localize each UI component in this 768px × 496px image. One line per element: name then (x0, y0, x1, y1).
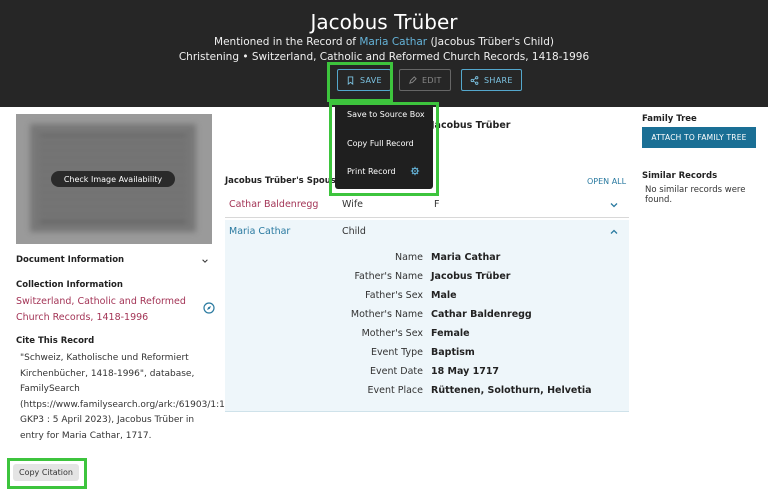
spouses-heading: Jacobus Trüber's Spouses (225, 176, 347, 186)
save-to-source-box-item[interactable]: Save to Source Box (347, 110, 425, 119)
collection-line: Christening • Switzerland, Catholic and … (178, 51, 590, 63)
chevron-up-icon[interactable] (609, 227, 619, 237)
detail-label: Event Type (370, 347, 423, 358)
detail-value: Rüttenen, Solothurn, Helvetia (431, 385, 592, 396)
mention-line: Mentioned in the Record of Maria Cathar … (0, 36, 768, 48)
check-image-availability-button[interactable]: Check Image Availability (51, 171, 175, 187)
expanded-record-panel: Maria Cathar Child Name Maria Cathar Fat… (225, 220, 629, 412)
detail-label: Mother's Sex (361, 328, 423, 339)
share-label: SHARE (484, 75, 513, 85)
relationship-row[interactable]: Cathar Baldenregg Wife F (225, 194, 629, 218)
relative-name[interactable]: Maria Cathar (229, 226, 290, 237)
family-tree-heading: Family Tree (642, 114, 697, 124)
detail-label: Event Place (367, 385, 424, 396)
relative-sex: F (434, 199, 440, 210)
detail-value[interactable]: Maria Cathar (431, 252, 500, 263)
action-bar: SAVE EDIT SHARE (0, 69, 768, 93)
gear-icon[interactable] (410, 166, 420, 176)
chevron-down-icon[interactable] (201, 257, 209, 265)
detail-value[interactable]: Cathar Baldenregg (431, 309, 532, 320)
detail-value: Baptism (431, 347, 475, 358)
cite-this-record-heading: Cite This Record (16, 336, 95, 346)
no-similar-records-text: No similar records were found. (645, 185, 746, 205)
collection-link[interactable]: Switzerland, Catholic and Reformed Churc… (16, 294, 196, 325)
print-record-item[interactable]: Print Record (347, 167, 396, 176)
record-header: Jacobus Trüber Mentioned in the Record o… (0, 0, 768, 107)
save-label: SAVE (360, 75, 382, 85)
open-all-link[interactable]: OPEN ALL (587, 177, 626, 186)
relative-name[interactable]: Cathar Baldenregg (229, 199, 318, 210)
detail-label: Event Date (370, 366, 423, 377)
detail-value: Jacobus Trüber (431, 271, 511, 282)
share-icon (470, 75, 479, 85)
mention-suffix: (Jacobus Trüber's Child) (427, 36, 554, 48)
collection-information-heading: Collection Information (16, 280, 123, 290)
save-button[interactable]: SAVE (337, 69, 391, 91)
compass-icon[interactable] (203, 302, 215, 314)
detail-label: Father's Sex (365, 290, 423, 301)
detail-label: Father's Name (354, 271, 423, 282)
detail-value: Male (431, 290, 457, 301)
detail-value: Female (431, 328, 470, 339)
principal-name: Jacobus Trüber (431, 120, 511, 131)
edit-button[interactable]: EDIT (399, 69, 451, 91)
detail-label: Mother's Name (350, 309, 423, 320)
detail-label: Name (394, 252, 423, 263)
edit-label: EDIT (422, 75, 442, 85)
bookmark-icon (347, 75, 354, 85)
relative-relation: Wife (342, 199, 364, 210)
pencil-icon (409, 75, 417, 84)
similar-records-heading: Similar Records (642, 171, 718, 181)
share-button[interactable]: SHARE (461, 69, 522, 91)
citation-text: "Schweiz, Katholische und Reformiert Kir… (20, 353, 254, 441)
attach-to-family-tree-button[interactable]: ATTACH TO FAMILY TREE (642, 127, 756, 148)
detail-value: 18 May 1717 (431, 366, 500, 377)
save-dropdown-menu: Save to Source Box Copy Full Record Prin… (335, 103, 433, 189)
mention-prefix: Mentioned in the Record of (214, 36, 360, 48)
relative-relation: Child (342, 226, 366, 237)
copy-citation-button[interactable]: Copy Citation (13, 464, 79, 481)
copy-full-record-item[interactable]: Copy Full Record (347, 139, 414, 148)
mention-link[interactable]: Maria Cathar (359, 36, 427, 48)
document-information-heading[interactable]: Document Information (16, 255, 124, 265)
page-title: Jacobus Trüber (310, 10, 458, 34)
chevron-down-icon[interactable] (609, 200, 619, 210)
